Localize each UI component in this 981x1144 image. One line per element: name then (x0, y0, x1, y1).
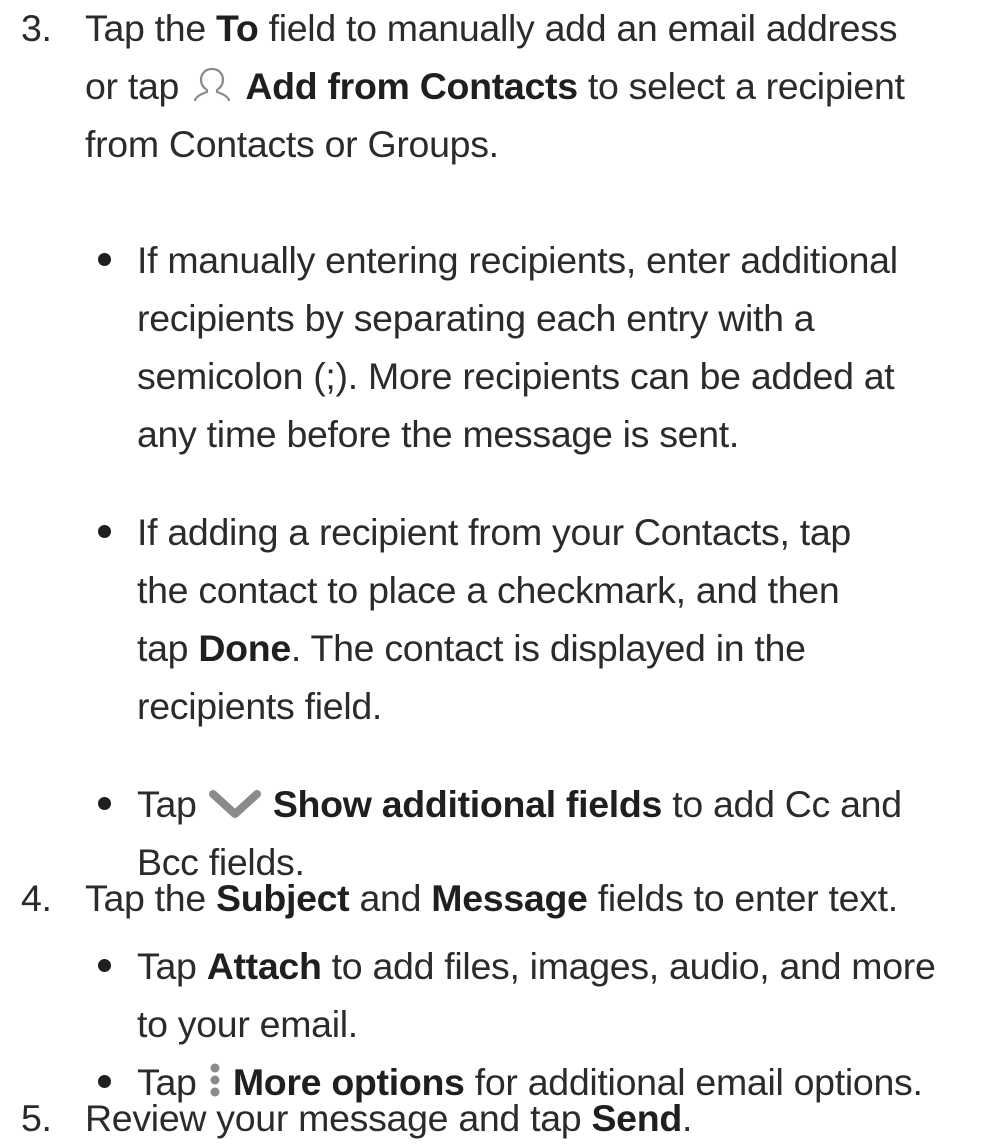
bullet-text-line: Tap Attach to add files, images, audio, … (137, 945, 936, 987)
bullet-text-line: recipients by separating each entry with… (137, 297, 815, 339)
bullet-dot (98, 253, 111, 266)
bullet-dot (98, 959, 111, 972)
bullet-text-line: If adding a recipient from your Contacts… (137, 511, 851, 553)
step-text-line: Tap the To field to manually add an emai… (85, 7, 898, 49)
bullet-text-line: If manually entering recipients, enter a… (137, 239, 898, 281)
bullet-dot (98, 525, 111, 538)
step-number: 3. (21, 7, 52, 49)
bullet-text-line: tap Done. The contact is displayed in th… (137, 627, 806, 669)
step-text-line: from Contacts or Groups. (85, 123, 499, 165)
step-text-line: Tap the Subject and Message fields to en… (85, 877, 898, 919)
bullet-dot (98, 1075, 111, 1088)
bullet-dot (98, 797, 111, 810)
bullet-text-line: semicolon (;). More recipients can be ad… (137, 355, 895, 397)
bullet-text-line: Tap Show additional fields to add Cc and (137, 780, 902, 831)
step-number: 5. (21, 1097, 52, 1139)
bullet-text-line: the contact to place a checkmark, and th… (137, 569, 840, 611)
person-outline-icon (189, 64, 235, 115)
bullet-text-line: any time before the message is sent. (137, 413, 740, 455)
step-text-line: Review your message and tap Send. (85, 1097, 693, 1139)
step-text-line: or tap Add from Contacts to select a rec… (85, 62, 905, 115)
bullet-text-line: to your email. (137, 1003, 358, 1045)
bullet-text-line: recipients field. (137, 685, 383, 727)
chevron-down-icon (207, 783, 263, 831)
step-number: 4. (21, 877, 52, 919)
